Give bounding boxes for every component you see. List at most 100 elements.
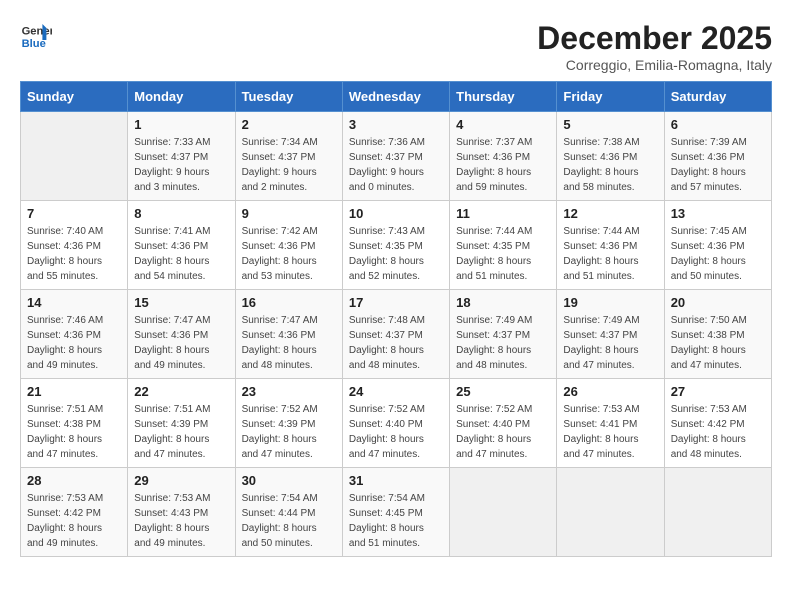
day-number: 26 [563,384,657,399]
day-number: 31 [349,473,443,488]
day-detail: Sunrise: 7:41 AMSunset: 4:36 PMDaylight:… [134,224,228,284]
day-number: 29 [134,473,228,488]
day-number: 3 [349,117,443,132]
calendar-cell: 22 Sunrise: 7:51 AMSunset: 4:39 PMDayligh… [128,379,235,468]
day-number: 24 [349,384,443,399]
day-number: 10 [349,206,443,221]
day-detail: Sunrise: 7:53 AMSunset: 4:43 PMDaylight:… [134,491,228,551]
day-detail: Sunrise: 7:49 AMSunset: 4:37 PMDaylight:… [563,313,657,373]
day-number: 15 [134,295,228,310]
calendar-cell: 8 Sunrise: 7:41 AMSunset: 4:36 PMDaylight… [128,201,235,290]
calendar-cell: 27 Sunrise: 7:53 AMSunset: 4:42 PMDayligh… [664,379,771,468]
day-detail: Sunrise: 7:52 AMSunset: 4:39 PMDaylight:… [242,402,336,462]
calendar-cell: 4Sunrise: 7:37 AMSunset: 4:36 PMDaylight… [450,112,557,201]
day-detail: Sunrise: 7:49 AMSunset: 4:37 PMDaylight:… [456,313,550,373]
calendar-cell: 14 Sunrise: 7:46 AMSunset: 4:36 PMDayligh… [21,290,128,379]
calendar-cell [557,468,664,557]
day-detail: Sunrise: 7:53 AMSunset: 4:42 PMDaylight:… [671,402,765,462]
logo: General Blue [20,20,52,52]
week-row-3: 14 Sunrise: 7:46 AMSunset: 4:36 PMDayligh… [21,290,772,379]
day-number: 28 [27,473,121,488]
day-number: 9 [242,206,336,221]
calendar-cell: 12 Sunrise: 7:44 AMSunset: 4:36 PMDayligh… [557,201,664,290]
page-header: General Blue December 2025 Correggio, Em… [20,20,772,73]
day-number: 17 [349,295,443,310]
svg-text:General: General [22,25,52,37]
calendar-cell: 6 Sunrise: 7:39 AMSunset: 4:36 PMDaylight… [664,112,771,201]
day-detail: Sunrise: 7:44 AMSunset: 4:36 PMDaylight:… [563,224,657,284]
calendar-cell: 1Sunrise: 7:33 AMSunset: 4:37 PMDaylight… [128,112,235,201]
day-number: 1 [134,117,228,132]
day-detail: Sunrise: 7:51 AMSunset: 4:39 PMDaylight:… [134,402,228,462]
day-detail: Sunrise: 7:48 AMSunset: 4:37 PMDaylight:… [349,313,443,373]
calendar-cell: 16Sunrise: 7:47 AMSunset: 4:36 PMDayligh… [235,290,342,379]
day-number: 22 [134,384,228,399]
day-header-sunday: Sunday [21,82,128,112]
calendar-cell: 3 Sunrise: 7:36 AMSunset: 4:37 PMDaylight… [342,112,449,201]
day-header-friday: Friday [557,82,664,112]
day-number: 30 [242,473,336,488]
week-row-4: 21Sunrise: 7:51 AMSunset: 4:38 PMDayligh… [21,379,772,468]
calendar-cell: 15 Sunrise: 7:47 AMSunset: 4:36 PMDayligh… [128,290,235,379]
calendar-cell: 26 Sunrise: 7:53 AMSunset: 4:41 PMDayligh… [557,379,664,468]
day-detail: Sunrise: 7:46 AMSunset: 4:36 PMDaylight:… [27,313,121,373]
svg-text:Blue: Blue [22,38,46,50]
day-detail: Sunrise: 7:52 AMSunset: 4:40 PMDaylight:… [456,402,550,462]
day-detail: Sunrise: 7:50 AMSunset: 4:38 PMDaylight:… [671,313,765,373]
day-detail: Sunrise: 7:53 AMSunset: 4:42 PMDaylight:… [27,491,121,551]
day-detail: Sunrise: 7:39 AMSunset: 4:36 PMDaylight:… [671,135,765,195]
day-detail: Sunrise: 7:52 AMSunset: 4:40 PMDaylight:… [349,402,443,462]
day-number: 6 [671,117,765,132]
location-subtitle: Correggio, Emilia-Romagna, Italy [537,57,772,73]
day-detail: Sunrise: 7:40 AMSunset: 4:36 PMDaylight:… [27,224,121,284]
week-row-5: 28 Sunrise: 7:53 AMSunset: 4:42 PMDayligh… [21,468,772,557]
week-row-1: 1Sunrise: 7:33 AMSunset: 4:37 PMDaylight… [21,112,772,201]
day-number: 7 [27,206,121,221]
calendar-cell: 18 Sunrise: 7:49 AMSunset: 4:37 PMDayligh… [450,290,557,379]
day-number: 2 [242,117,336,132]
day-detail: Sunrise: 7:47 AMSunset: 4:36 PMDaylight:… [134,313,228,373]
day-number: 8 [134,206,228,221]
calendar-cell: 2 Sunrise: 7:34 AMSunset: 4:37 PMDaylight… [235,112,342,201]
calendar-table: SundayMondayTuesdayWednesdayThursdayFrid… [20,81,772,557]
day-detail: Sunrise: 7:53 AMSunset: 4:41 PMDaylight:… [563,402,657,462]
calendar-cell: 24 Sunrise: 7:52 AMSunset: 4:40 PMDayligh… [342,379,449,468]
day-number: 18 [456,295,550,310]
day-number: 13 [671,206,765,221]
calendar-cell: 19Sunrise: 7:49 AMSunset: 4:37 PMDayligh… [557,290,664,379]
day-detail: Sunrise: 7:42 AMSunset: 4:36 PMDaylight:… [242,224,336,284]
calendar-header: SundayMondayTuesdayWednesdayThursdayFrid… [21,82,772,112]
day-number: 16 [242,295,336,310]
day-number: 14 [27,295,121,310]
day-detail: Sunrise: 7:45 AMSunset: 4:36 PMDaylight:… [671,224,765,284]
calendar-cell: 31 Sunrise: 7:54 AMSunset: 4:45 PMDayligh… [342,468,449,557]
day-detail: Sunrise: 7:54 AMSunset: 4:45 PMDaylight:… [349,491,443,551]
calendar-cell: 21Sunrise: 7:51 AMSunset: 4:38 PMDayligh… [21,379,128,468]
day-number: 27 [671,384,765,399]
calendar-cell: 10 Sunrise: 7:43 AMSunset: 4:35 PMDayligh… [342,201,449,290]
logo-icon: General Blue [20,20,52,52]
calendar-cell [21,112,128,201]
day-detail: Sunrise: 7:43 AMSunset: 4:35 PMDaylight:… [349,224,443,284]
calendar-cell: 28 Sunrise: 7:53 AMSunset: 4:42 PMDayligh… [21,468,128,557]
calendar-cell: 9 Sunrise: 7:42 AMSunset: 4:36 PMDaylight… [235,201,342,290]
day-number: 12 [563,206,657,221]
day-number: 21 [27,384,121,399]
day-number: 20 [671,295,765,310]
day-detail: Sunrise: 7:34 AMSunset: 4:37 PMDaylight:… [242,135,336,195]
day-detail: Sunrise: 7:54 AMSunset: 4:44 PMDaylight:… [242,491,336,551]
day-number: 4 [456,117,550,132]
day-detail: Sunrise: 7:38 AMSunset: 4:36 PMDaylight:… [563,135,657,195]
day-header-wednesday: Wednesday [342,82,449,112]
calendar-cell: 7 Sunrise: 7:40 AMSunset: 4:36 PMDaylight… [21,201,128,290]
calendar-cell: 11Sunrise: 7:44 AMSunset: 4:35 PMDayligh… [450,201,557,290]
calendar-cell: 13 Sunrise: 7:45 AMSunset: 4:36 PMDayligh… [664,201,771,290]
week-row-2: 7 Sunrise: 7:40 AMSunset: 4:36 PMDaylight… [21,201,772,290]
title-section: December 2025 Correggio, Emilia-Romagna,… [537,20,772,73]
calendar-cell [664,468,771,557]
day-number: 23 [242,384,336,399]
calendar-cell: 30 Sunrise: 7:54 AMSunset: 4:44 PMDayligh… [235,468,342,557]
day-detail: Sunrise: 7:36 AMSunset: 4:37 PMDaylight:… [349,135,443,195]
day-detail: Sunrise: 7:44 AMSunset: 4:35 PMDaylight:… [456,224,550,284]
day-number: 25 [456,384,550,399]
